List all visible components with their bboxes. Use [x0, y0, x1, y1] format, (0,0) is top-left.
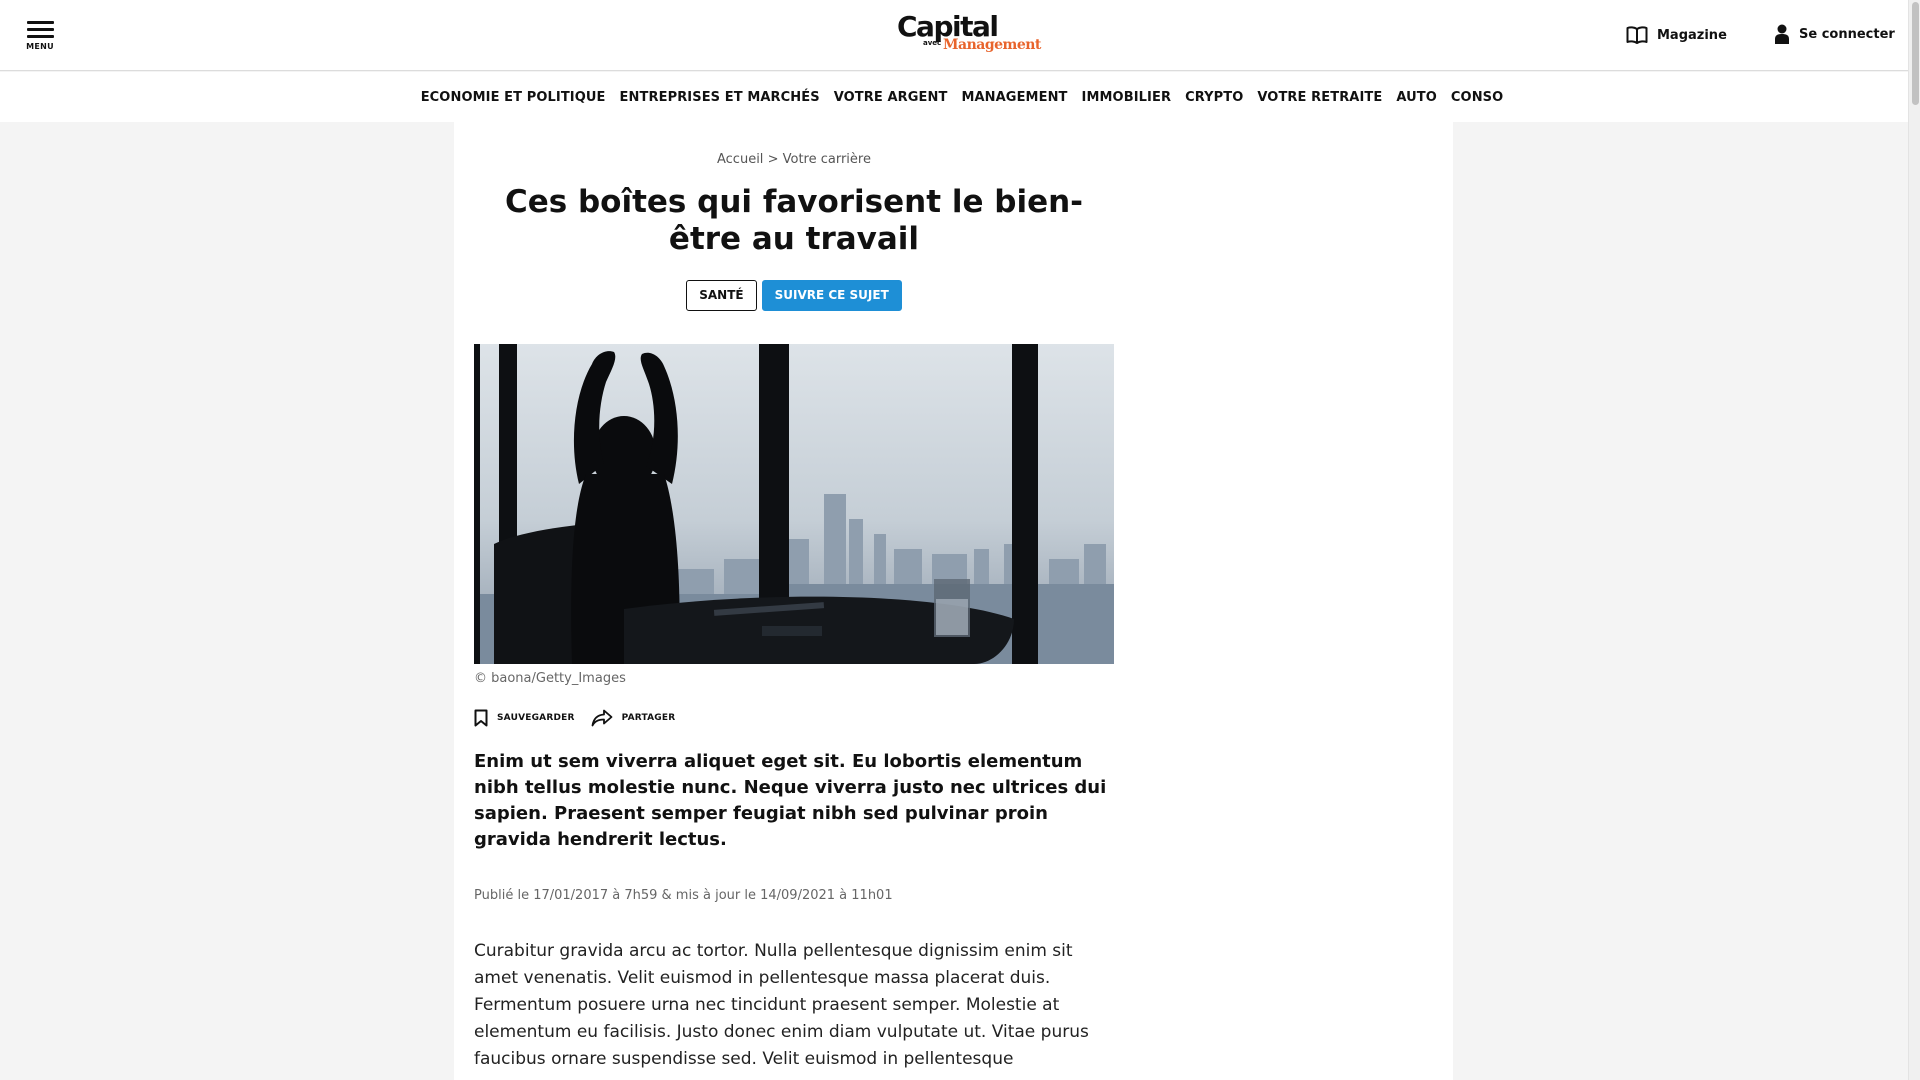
top-header: MENU Capital avec Management Magazine Se…	[0, 0, 1908, 71]
save-button[interactable]: SAUVEGARDER	[474, 709, 575, 727]
breadcrumb: Accueil > Votre carrière	[474, 152, 1114, 167]
publication-date: Publié le 17/01/2017 à 7h59 & mis à jour…	[474, 888, 893, 903]
login-link[interactable]: Se connecter	[1774, 24, 1895, 44]
menu-label: MENU	[26, 42, 54, 51]
nav-list: ECONOMIE ET POLITIQUE ENTREPRISES ET MARC…	[0, 72, 1908, 122]
site-logo[interactable]: Capital avec Management	[897, 12, 1041, 58]
nav-item[interactable]: ENTREPRISES ET MARCHÉS	[620, 90, 820, 105]
main-content: Accueil > Votre carrière Ces boîtes qui …	[454, 122, 1453, 1080]
user-icon	[1775, 24, 1789, 44]
open-book-icon	[1626, 26, 1648, 44]
menu-button[interactable]: MENU	[24, 21, 56, 51]
article-actions: SAUVEGARDER PARTAGER	[474, 709, 691, 727]
office-silhouette-image	[474, 344, 1114, 664]
share-label: PARTAGER	[621, 713, 676, 723]
scrollbar-thumb[interactable]	[1912, 2, 1919, 105]
nav-item[interactable]: CONSO	[1451, 90, 1503, 105]
page-scrollbar[interactable]	[1908, 0, 1920, 1080]
nav-item[interactable]: IMMOBILIER	[1082, 90, 1172, 105]
breadcrumb-separator: >	[767, 152, 779, 167]
article-title: Ces boîtes qui favorisent le bien-être a…	[504, 184, 1084, 257]
nav-item[interactable]: VOTRE RETRAITE	[1257, 90, 1382, 105]
article-lead: Enim ut sem viverra aliquet eget sit. Eu…	[474, 751, 1107, 850]
save-label: SAUVEGARDER	[497, 713, 575, 723]
photo-credit: © baona/Getty_Images	[474, 671, 626, 686]
login-label: Se connecter	[1799, 26, 1895, 42]
share-button[interactable]: PARTAGER	[591, 709, 676, 727]
article-body: Curabitur gravida arcu ac tortor. Nulla …	[474, 941, 1089, 1069]
breadcrumb-section[interactable]: Votre carrière	[783, 152, 871, 167]
logo-accent-text: Management	[943, 37, 1041, 53]
logo-small-text: avec	[923, 39, 942, 47]
nav-item[interactable]: ECONOMIE ET POLITIQUE	[421, 90, 606, 105]
breadcrumb-home[interactable]: Accueil	[717, 152, 763, 167]
follow-topic-button[interactable]: SUIVRE CE SUJET	[761, 280, 902, 311]
nav-item[interactable]: CRYPTO	[1185, 90, 1243, 105]
magazine-link[interactable]: Magazine	[1626, 25, 1727, 45]
nav-item[interactable]: AUTO	[1396, 90, 1437, 105]
hamburger-icon	[24, 21, 56, 38]
topic-tag-button[interactable]: SANTÉ	[686, 280, 757, 311]
article-photo	[474, 344, 1114, 664]
nav-item[interactable]: VOTRE ARGENT	[834, 90, 948, 105]
share-arrow-icon	[591, 709, 613, 727]
magazine-label: Magazine	[1657, 27, 1727, 43]
tag-row: SANTÉ SUIVRE CE SUJET	[474, 280, 1114, 311]
nav-item[interactable]: MANAGEMENT	[961, 90, 1067, 105]
bookmark-icon	[474, 709, 488, 727]
main-navigation: ECONOMIE ET POLITIQUE ENTREPRISES ET MARC…	[0, 72, 1908, 122]
